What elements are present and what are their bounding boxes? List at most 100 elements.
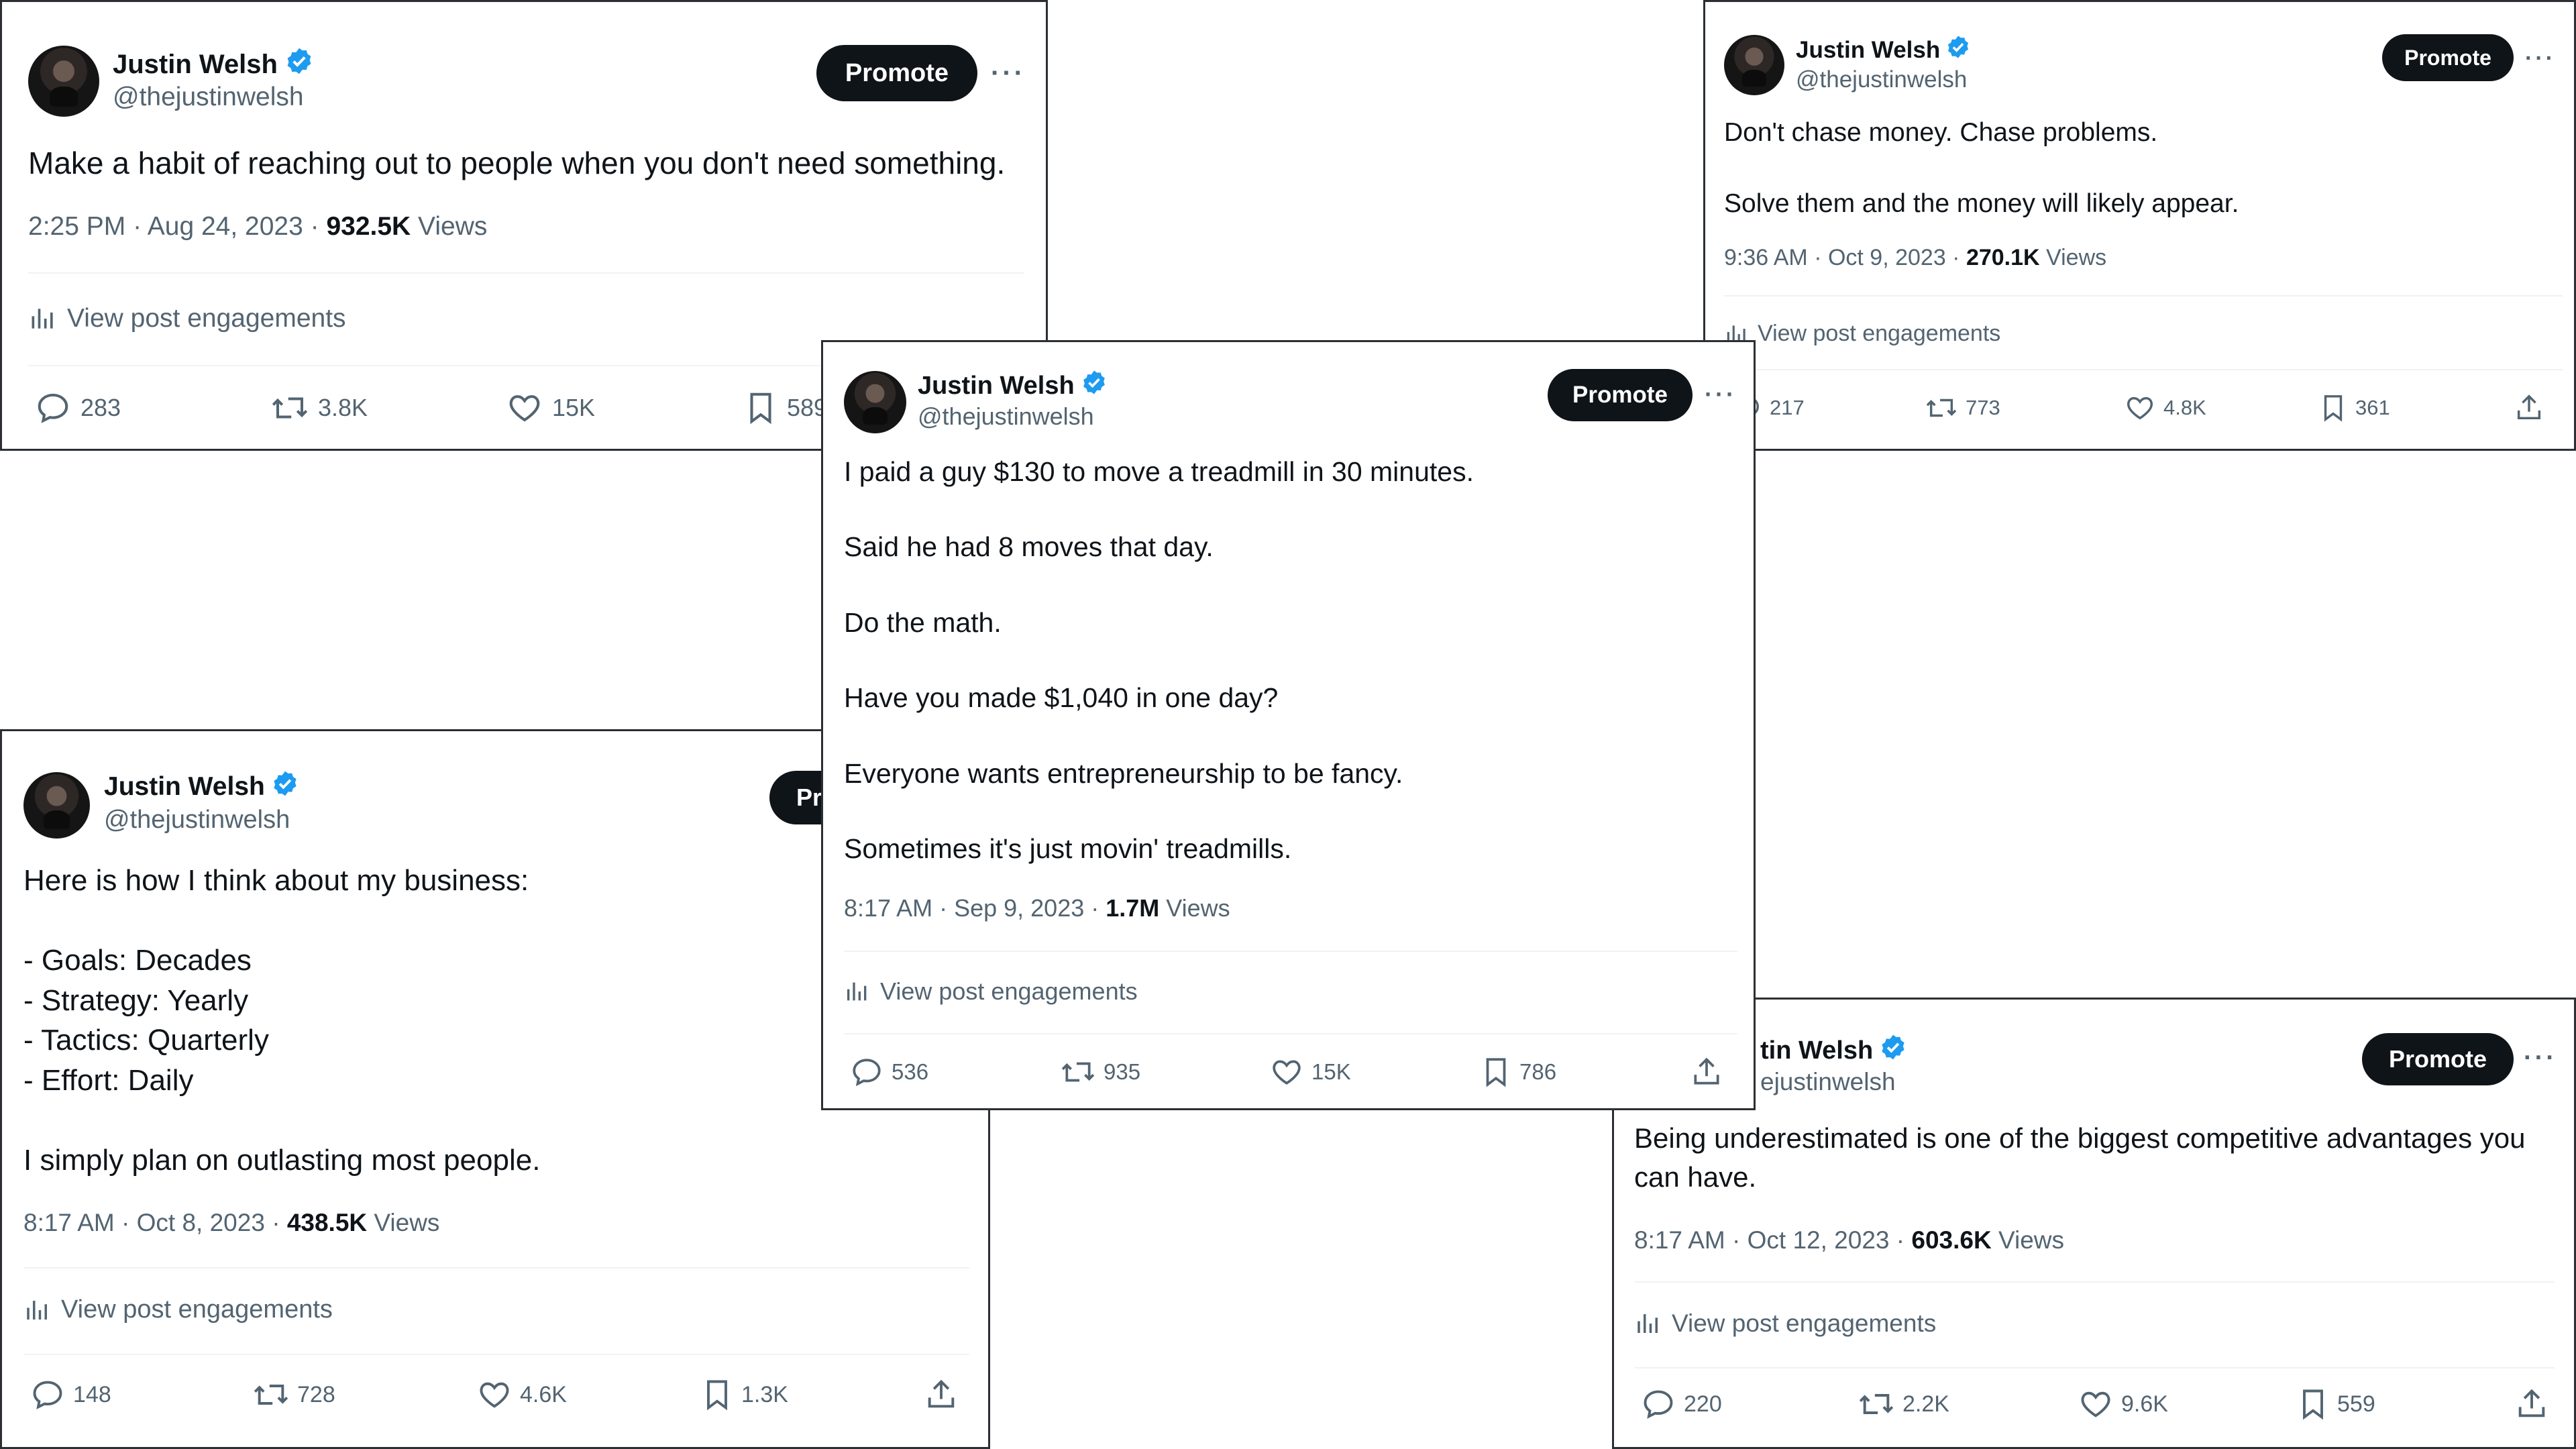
author-name-row[interactable]: Justin Welsh [113,46,314,83]
avatar[interactable] [1724,35,1784,95]
view-engagements-link[interactable]: View post engagements [23,1295,333,1324]
repost-icon [1061,1062,1095,1082]
author-name-row[interactable]: tin Welsh [1760,1033,1907,1068]
share-button[interactable] [2514,392,2544,423]
like-button[interactable]: 15K [1270,1055,1351,1089]
verified-badge-icon [271,769,299,804]
analytics-icon [847,982,867,1001]
promote-button[interactable]: Promote [1548,369,1693,421]
author-handle[interactable]: @thejustinwelsh [1796,66,1967,93]
divider [1724,369,2563,370]
repost-button[interactable]: 935 [1059,1055,1140,1089]
repost-count: 773 [1966,396,2000,419]
tweet-timestamp: 8:17 AM · Oct 12, 2023 · 603.6K Views [1634,1226,2064,1254]
author-name-row[interactable]: Justin Welsh [918,369,1108,402]
more-icon[interactable]: ··· [991,60,1026,87]
tweet-text: Make a habit of reaching out to people w… [28,146,1006,180]
tweet-text: Being underestimated is one of the bigge… [1634,1122,2526,1193]
like-button[interactable]: 15K [506,390,595,426]
avatar[interactable] [28,46,99,117]
promote-button[interactable]: Promote [2382,34,2514,81]
reply-button[interactable]: 536 [850,1055,928,1089]
bookmark-button[interactable]: 361 [2319,392,2390,423]
author-handle[interactable]: @thejustinwelsh [104,806,290,835]
avatar[interactable] [844,371,906,433]
author-handle[interactable]: @thejustinwelsh [113,83,304,112]
view-engagements-link[interactable]: View post engagements [1634,1309,1936,1338]
like-button[interactable]: 4.8K [2125,392,2206,423]
view-engagements-link[interactable]: View post engagements [1724,321,2000,347]
views-label: Views [367,1209,440,1236]
share-button[interactable] [2514,1387,2549,1421]
tweet-text: I paid a guy $130 to move a treadmill in… [844,456,1474,865]
views-count: 270.1K [1966,245,2040,270]
tweet-timestamp: 8:17 AM · Sep 9, 2023 · 1.7M Views [844,894,1230,922]
tweet-text: Don't chase money. Chase problems. Solve… [1724,118,2239,218]
author-name[interactable]: Justin Welsh [104,772,265,802]
repost-button[interactable]: 2.2K [1857,1387,1949,1421]
more-icon[interactable]: ··· [2524,1045,2557,1071]
repost-button[interactable]: 728 [252,1377,335,1412]
bookmark-icon [1486,1058,1506,1087]
reply-button[interactable]: 220 [1641,1387,1722,1421]
like-count: 4.8K [2163,396,2206,419]
repost-count: 3.8K [318,394,368,421]
more-icon[interactable]: ··· [1705,382,1737,407]
share-button[interactable] [924,1377,959,1412]
like-button[interactable]: 9.6K [2078,1387,2168,1421]
divider [844,951,1737,952]
tweet-card-underestimated: tin Welsh ejustinwelsh Promote ··· Being… [1612,998,2576,1449]
share-button[interactable] [1690,1055,1723,1089]
verified-badge-icon [1945,34,1971,66]
engagements-label[interactable]: View post engagements [67,304,346,333]
views-count: 438.5K [286,1209,368,1236]
bookmark-count: 1.3K [741,1381,788,1407]
views-count: 932.5K [326,212,411,241]
more-icon[interactable]: ··· [2525,47,2556,70]
bookmark-count: 786 [1519,1059,1557,1084]
view-engagements-link[interactable]: View post engagements [844,977,1138,1006]
bookmark-button[interactable]: 589 [744,390,827,426]
reply-button[interactable]: 283 [35,390,121,426]
like-count: 9.6K [2121,1391,2168,1417]
engagements-label[interactable]: View post engagements [880,977,1138,1006]
promote-button[interactable]: Promote [816,45,977,101]
timestamp-text: 8:17 AM · Oct 8, 2023 · [23,1209,287,1236]
divider [1634,1281,2555,1283]
repost-button[interactable]: 773 [1924,392,2000,423]
like-count: 15K [1311,1059,1351,1084]
author-name[interactable]: Justin Welsh [1796,37,1940,64]
tweet-card-chase-problems: Justin Welsh @thejustinwelsh Promote ···… [1703,0,2576,451]
promote-button[interactable]: Promote [2362,1033,2514,1085]
author-name-row[interactable]: Justin Welsh [104,769,299,804]
repost-count: 2.2K [1902,1391,1949,1417]
author-name-row[interactable]: Justin Welsh [1796,34,1971,66]
author-name[interactable]: Justin Welsh [918,372,1075,400]
reply-button[interactable]: 148 [30,1377,111,1412]
reply-icon [1644,1390,1673,1419]
avatar[interactable] [23,772,90,839]
verified-badge-icon [1081,369,1108,402]
bookmark-button[interactable]: 786 [1481,1055,1556,1089]
bookmark-button[interactable]: 1.3K [701,1377,788,1412]
like-button[interactable]: 4.6K [477,1377,567,1412]
bookmark-button[interactable]: 559 [2297,1387,2375,1421]
like-icon [2127,396,2153,420]
author-name[interactable]: Justin Welsh [113,50,278,80]
engagements-label[interactable]: View post engagements [61,1295,333,1324]
tweet-timestamp: 2:25 PM · Aug 24, 2023 · 932.5K Views [28,212,487,241]
author-handle[interactable]: @thejustinwelsh [918,402,1094,431]
engagements-label[interactable]: View post engagements [1758,321,2000,347]
views-count: 603.6K [1911,1226,1992,1254]
like-count: 15K [552,394,596,421]
divider [23,1354,969,1355]
author-handle[interactable]: ejustinwelsh [1760,1068,1896,1096]
repost-button[interactable]: 3.8K [270,390,368,426]
engagements-label[interactable]: View post engagements [1672,1309,1936,1338]
divider [844,1033,1737,1034]
author-name[interactable]: tin Welsh [1760,1036,1873,1065]
view-engagements-link[interactable]: View post engagements [28,304,346,333]
repost-icon [272,397,308,419]
reply-count: 536 [892,1059,929,1084]
share-icon [1694,1057,1719,1085]
